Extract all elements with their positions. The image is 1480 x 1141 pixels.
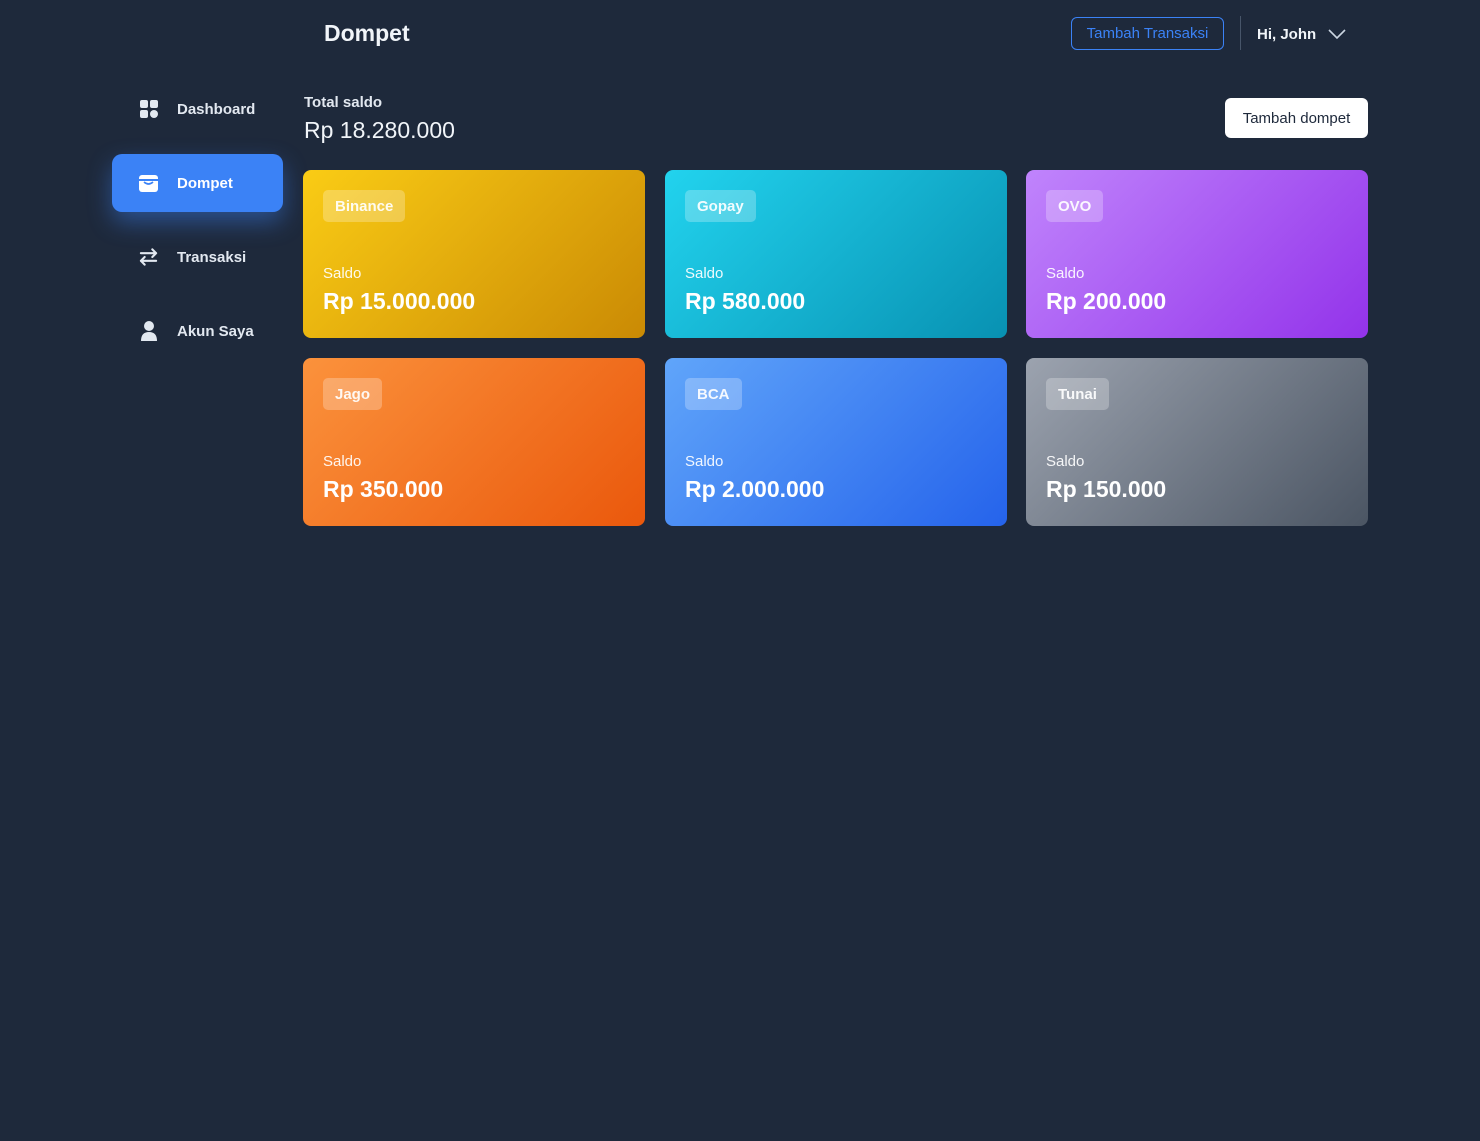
- sidebar-item-label: Akun Saya: [177, 322, 254, 340]
- user-icon: [138, 321, 159, 342]
- wallet-saldo-value: Rp 15.000.000: [323, 288, 476, 314]
- wallet-name-badge: Gopay: [685, 190, 756, 222]
- wallet-card-binance[interactable]: Binance Saldo Rp 15.000.000: [303, 170, 645, 338]
- wallet-name-badge: OVO: [1046, 190, 1104, 222]
- wallet-card-bca[interactable]: BCA Saldo Rp 2.000.000: [665, 358, 1007, 526]
- header-divider: [1240, 16, 1241, 50]
- sidebar-item-dashboard[interactable]: Dashboard: [112, 80, 283, 138]
- wallet-saldo-value: Rp 200.000: [1046, 288, 1167, 314]
- wallet-saldo-label: Saldo: [323, 453, 362, 470]
- wallet-saldo-label: Saldo: [1046, 453, 1085, 470]
- grid-icon: [138, 99, 159, 120]
- sidebar-item-label: Dompet: [177, 174, 233, 192]
- chevron-down-icon: [1328, 29, 1346, 40]
- wallet-card-ovo[interactable]: OVO Saldo Rp 200.000: [1026, 170, 1368, 338]
- wallet-card-tunai[interactable]: Tunai Saldo Rp 150.000: [1026, 358, 1368, 526]
- wallet-saldo-label: Saldo: [323, 265, 362, 282]
- wallet-name-badge: Binance: [323, 190, 406, 222]
- wallet-saldo-label: Saldo: [685, 265, 724, 282]
- wallet-icon: [138, 173, 159, 194]
- add-transaction-button[interactable]: Tambah Transaksi: [1071, 17, 1224, 50]
- wallet-saldo-value: Rp 580.000: [685, 288, 806, 314]
- sidebar-item-akun-saya[interactable]: Akun Saya: [112, 302, 283, 360]
- arrows-exchange-icon: [138, 247, 159, 268]
- wallet-name-badge: BCA: [685, 378, 742, 410]
- wallet-card-jago[interactable]: Jago Saldo Rp 350.000: [303, 358, 645, 526]
- sidebar-item-transaksi[interactable]: Transaksi: [112, 228, 283, 286]
- wallet-saldo-value: Rp 350.000: [323, 476, 444, 502]
- user-greeting: Hi, John: [1257, 25, 1317, 43]
- total-saldo-value: Rp 18.280.000: [304, 117, 455, 143]
- wallet-saldo-label: Saldo: [685, 453, 724, 470]
- wallet-saldo-value: Rp 150.000: [1046, 476, 1167, 502]
- sidebar-item-dompet[interactable]: Dompet: [112, 154, 283, 212]
- user-menu[interactable]: Hi, John: [1257, 23, 1346, 45]
- top-header: Dompet Tambah Transaksi Hi, John: [0, 0, 1480, 68]
- wallet-saldo-value: Rp 2.000.000: [685, 476, 825, 502]
- wallet-name-badge: Jago: [323, 378, 383, 410]
- sidebar-item-label: Transaksi: [177, 248, 247, 266]
- wallet-card-gopay[interactable]: Gopay Saldo Rp 580.000: [665, 170, 1007, 338]
- add-wallet-button[interactable]: Tambah dompet: [1225, 98, 1368, 138]
- wallet-saldo-label: Saldo: [1046, 265, 1085, 282]
- wallet-name-badge: Tunai: [1046, 378, 1109, 410]
- sidebar-item-label: Dashboard: [177, 100, 256, 118]
- page-title: Dompet: [324, 20, 410, 46]
- total-saldo-label: Total saldo: [304, 94, 383, 111]
